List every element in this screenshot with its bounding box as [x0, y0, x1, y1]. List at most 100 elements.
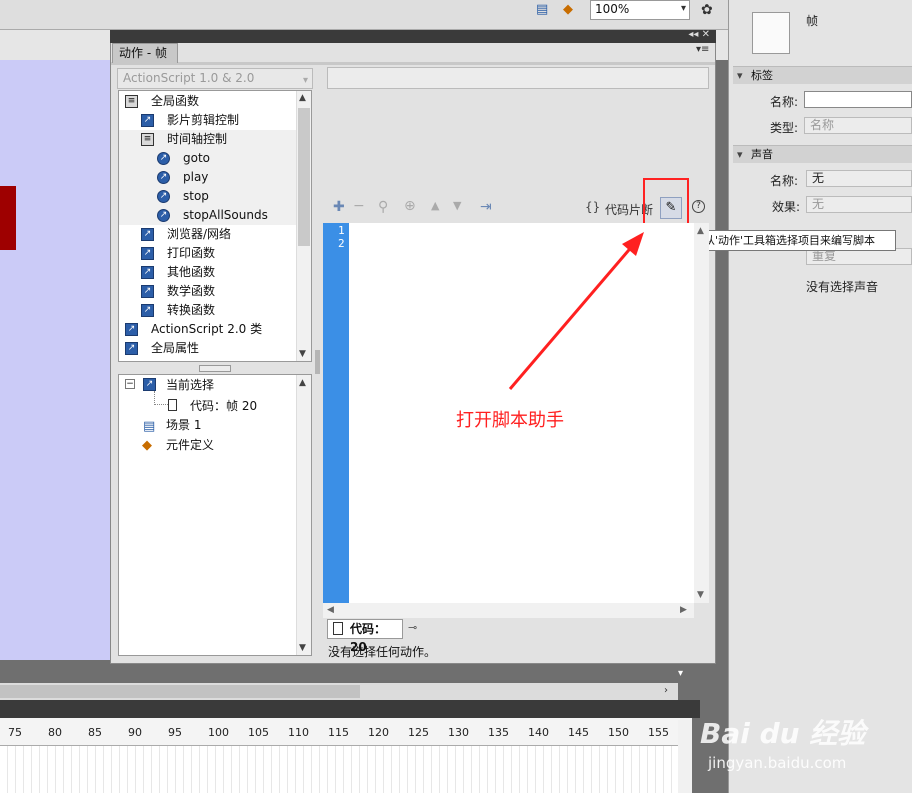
stage-shape[interactable]	[0, 186, 16, 250]
tree-code-frame[interactable]: 代码：帧 20	[190, 396, 257, 416]
section-label-header[interactable]: 标签	[733, 66, 912, 84]
toolbox-item[interactable]: ↗ 数学函数	[119, 282, 297, 301]
category-icon: ↗	[141, 247, 154, 260]
scroll-right-icon[interactable]: ›	[664, 685, 668, 696]
timeline-tick-label: 125	[408, 726, 429, 739]
annotation-arrow	[508, 232, 644, 390]
watermark-url: jingyan.baidu.com	[708, 754, 847, 772]
line-number-gutter	[323, 223, 349, 603]
timeline-tick-label: 150	[608, 726, 629, 739]
collapse-icon[interactable]: ◂◂ ✕	[688, 29, 710, 40]
script-navigator	[118, 374, 312, 656]
toolbox-item[interactable]: ↗ ActionScript 2.0 类	[119, 320, 297, 339]
timeline-tick-label: 130	[448, 726, 469, 739]
zoom-select[interactable]: 100% ▾	[590, 0, 690, 20]
edit-symbol-icon[interactable]: ◆	[563, 2, 573, 17]
scroll-right-icon[interactable]: ▶	[680, 605, 687, 615]
toolbox-item[interactable]: ↗ 转换函数	[119, 301, 297, 320]
move-up-icon[interactable]: ▲	[431, 199, 439, 212]
section-sound-header[interactable]: 声音	[733, 145, 912, 163]
annotation-text: 打开脚本助手	[456, 410, 564, 431]
toolbox-item[interactable]: ↗ 全局属性	[119, 339, 297, 358]
tree-connector	[154, 391, 168, 405]
scroll-up-icon[interactable]: ▲	[299, 378, 306, 388]
toolbox-item-label: stop	[183, 189, 209, 203]
toolbox-item[interactable]: ≡ 全局函数	[119, 92, 297, 111]
tab-actions-frame[interactable]: 动作 - 帧	[112, 43, 178, 63]
timeline-vertical-scrollbar[interactable]	[678, 720, 692, 793]
panel-menu-icon[interactable]: ▾≡	[696, 44, 709, 55]
toolbox-item[interactable]: ↗ stopAllSounds	[119, 206, 297, 225]
timeline-frames[interactable]	[0, 746, 692, 793]
timeline-tick-label: 140	[528, 726, 549, 739]
stage-scroll-thumb[interactable]	[0, 685, 360, 698]
tree-symbol-definition[interactable]: 元件定义	[166, 435, 214, 455]
toolbox-item-label: 其他函数	[167, 265, 216, 279]
type-select[interactable]: 名称	[804, 117, 912, 134]
toolbox-item-label: 全局函数	[151, 94, 200, 108]
action-icon: ↗	[157, 190, 170, 203]
action-icon: ↗	[157, 209, 170, 222]
scroll-down-icon[interactable]: ▼	[697, 590, 704, 600]
watermark-logo: Bai du 经验	[700, 717, 866, 750]
toolbox-item-label: 影片剪辑控制	[167, 113, 240, 127]
collapse-toggle-icon[interactable]: −	[125, 379, 135, 389]
toolbox-item[interactable]: ↗ goto	[119, 149, 297, 168]
tree-scene[interactable]: 场景 1	[166, 415, 201, 435]
category-icon: ↗	[141, 285, 154, 298]
tree-current-selection[interactable]: 当前选择	[166, 375, 214, 395]
toolbox-item-label: 数学函数	[167, 284, 216, 298]
stage-canvas[interactable]	[0, 60, 110, 660]
timeline-tick-label: 105	[248, 726, 269, 739]
scroll-up-icon[interactable]: ▲	[299, 93, 306, 103]
scroll-up-icon[interactable]: ▲	[697, 226, 704, 236]
actions-titlebar[interactable]: ◂◂ ✕	[110, 29, 716, 43]
toolbox-item[interactable]: ↗ 打印函数	[119, 244, 297, 263]
sound-name-label: 名称:	[770, 174, 799, 188]
timeline-tick-label: 135	[488, 726, 509, 739]
action-parameter-field[interactable]	[327, 67, 709, 89]
scroll-down-icon[interactable]: ▼	[299, 643, 306, 653]
effect-label: 效果:	[772, 200, 801, 214]
help-icon[interactable]: ?	[692, 200, 705, 213]
debug-options-icon[interactable]: ⇥	[480, 199, 492, 215]
language-select[interactable]: ActionScript 1.0 & 2.0 ▾	[117, 68, 313, 89]
chevron-down-icon[interactable]: ▾	[678, 668, 683, 679]
script-assist-tooltip: 通过从'动作'工具箱选择项目来编写脚本	[677, 230, 896, 251]
script-file-icon	[168, 399, 177, 411]
navigator-scrollbar[interactable]	[296, 375, 311, 655]
toolbox-item[interactable]: ↗ stop	[119, 187, 297, 206]
editor-horizontal-scrollbar[interactable]	[323, 603, 694, 618]
timeline-tick-label: 100	[208, 726, 229, 739]
chevron-down-icon: ▾	[680, 3, 686, 14]
effect-select[interactable]: 无	[806, 196, 912, 213]
toolbox-item[interactable]: ↗ 影片剪辑控制	[119, 111, 297, 130]
timeline-tick-label: 145	[568, 726, 589, 739]
code-snippet-icon[interactable]: {}	[585, 200, 600, 214]
move-down-icon[interactable]: ▼	[453, 199, 461, 212]
splitter-handle[interactable]	[199, 365, 231, 372]
delete-item-icon[interactable]: −	[353, 198, 365, 214]
timeline-tick-label: 110	[288, 726, 309, 739]
palette-icon[interactable]: ✿	[701, 2, 713, 18]
status-text: 没有选择任何动作。	[328, 645, 437, 659]
scroll-down-icon[interactable]: ▼	[299, 349, 306, 359]
toolbox-item[interactable]: ↗ 浏览器/网络	[119, 225, 297, 244]
target-path-icon[interactable]: ⊕	[404, 198, 416, 214]
name-label: 名称:	[770, 95, 799, 109]
pin-script-icon[interactable]: ⊸	[408, 621, 417, 634]
add-item-icon[interactable]: ✚	[333, 199, 345, 215]
editor-vertical-scrollbar[interactable]	[694, 223, 709, 603]
frame-name-input[interactable]	[804, 91, 912, 108]
toolbox-scroll-thumb[interactable]	[298, 108, 310, 246]
sound-name-select[interactable]: 无	[806, 170, 912, 187]
toolbox-item[interactable]: ≡ 时间轴控制	[119, 130, 297, 149]
edit-scene-icon[interactable]: ▤	[536, 2, 548, 17]
find-icon[interactable]: ⚲	[378, 199, 388, 215]
timeline-tick-label: 80	[48, 726, 62, 739]
splitter-grip[interactable]	[315, 350, 320, 374]
toolbox-item-label: goto	[183, 151, 211, 165]
scroll-left-icon[interactable]: ◀	[327, 605, 334, 615]
toolbox-item[interactable]: ↗ play	[119, 168, 297, 187]
toolbox-item[interactable]: ↗ 其他函数	[119, 263, 297, 282]
